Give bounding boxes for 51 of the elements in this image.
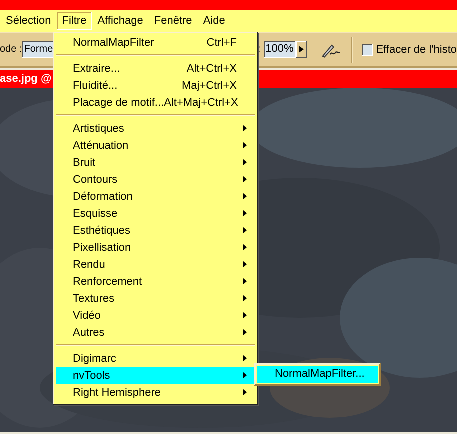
zoom-label: :	[258, 44, 261, 55]
menu-item[interactable]: NormalMapFilter Ctrl+F	[56, 34, 255, 51]
menu-item[interactable]: Esthétiques	[56, 222, 255, 239]
submenu-arrow-icon	[243, 372, 247, 379]
menu-item[interactable]: Fenêtre	[149, 12, 198, 30]
submenu-arrow-icon	[243, 125, 247, 132]
checkbox-label: Effacer de l'histo	[376, 44, 457, 56]
right-arrow-icon	[298, 46, 304, 53]
menu-item[interactable]: Renforcement	[56, 273, 255, 290]
mode-label: ode :	[0, 44, 22, 55]
zoom-field[interactable]: 100%	[264, 41, 296, 58]
submenu-arrow-icon	[243, 329, 247, 336]
menu-item[interactable]: Vidéo	[56, 307, 255, 324]
submenu-arrow-icon	[243, 295, 247, 302]
submenu-arrow-icon	[243, 261, 247, 268]
menu-item[interactable]: Esquisse	[56, 205, 255, 222]
submenu-arrow-icon	[243, 227, 247, 234]
menu-item[interactable]: Contours	[56, 171, 255, 188]
menu-item[interactable]: Filtre	[57, 12, 92, 30]
submenu-arrow-icon	[243, 142, 247, 149]
submenu-arrow-icon	[243, 355, 247, 362]
submenu-arrow-icon	[243, 278, 247, 285]
menu-item[interactable]: Sélection	[1, 12, 56, 30]
submenu-arrow-icon	[243, 312, 247, 319]
menu-item[interactable]: Right Hemisphere	[56, 384, 255, 401]
menu-item[interactable]: Artistiques	[56, 120, 255, 137]
menu-item[interactable]: Aide	[198, 12, 230, 30]
submenu-arrow-icon	[243, 176, 247, 183]
submenu-arrow-icon	[243, 159, 247, 166]
menu-item[interactable]: Digimarc	[56, 350, 255, 367]
menu-item[interactable]: Bruit	[56, 154, 255, 171]
menu-item[interactable]: Placage de motif...Alt+Maj+Ctrl+X	[56, 94, 255, 111]
menu-item[interactable]: Rendu	[56, 256, 255, 273]
menu-item[interactable]: Atténuation	[56, 137, 255, 154]
submenu-arrow-icon	[243, 210, 247, 217]
menu-item[interactable]: Fluidité... Maj+Ctrl+X	[56, 77, 255, 94]
submenu-arrow-icon	[243, 193, 247, 200]
menu-item[interactable]: Autres	[56, 324, 255, 341]
submenu-arrow-icon	[243, 389, 247, 396]
menu-item[interactable]: Pixellisation	[56, 239, 255, 256]
menu-item[interactable]: Affichage	[92, 12, 148, 30]
increment-button[interactable]	[296, 41, 307, 58]
menu-item[interactable]: Textures	[56, 290, 255, 307]
submenu-arrow-icon	[243, 244, 247, 251]
menu-item[interactable]: Déformation	[56, 188, 255, 205]
document-title: ase.jpg @	[0, 73, 52, 85]
mode-field[interactable]: Forme	[22, 41, 54, 58]
menu-item[interactable]: nvTools	[56, 367, 255, 384]
menu-item[interactable]: Extraire... Alt+Ctrl+X	[56, 60, 255, 77]
menu-item[interactable]: NormalMapFilter...	[257, 366, 378, 383]
checkbox[interactable]	[362, 44, 374, 56]
